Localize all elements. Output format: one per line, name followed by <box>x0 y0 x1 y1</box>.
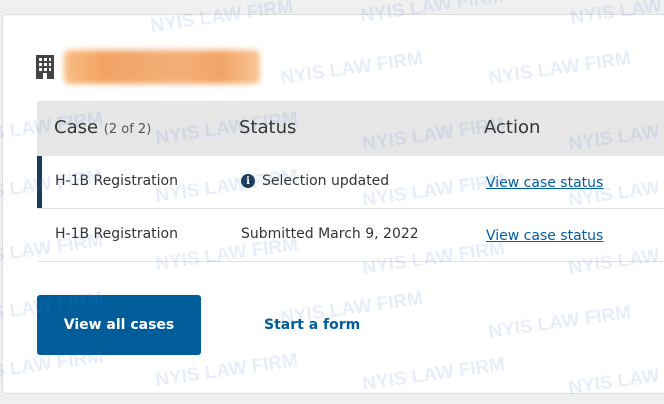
table-header: Case (2 of 2) Status Action <box>37 101 664 156</box>
redacted-organization-name <box>64 50 260 84</box>
view-case-status-link[interactable]: View case status <box>486 175 603 191</box>
info-icon: i <box>241 174 255 188</box>
start-a-form-link[interactable]: Start a form <box>264 317 360 333</box>
building-icon <box>36 55 54 79</box>
table-row: H-1B Registration Submitted March 9, 202… <box>37 209 664 262</box>
column-header-action: Action <box>484 117 541 138</box>
column-header-case: Case (2 of 2) <box>54 117 151 138</box>
view-all-cases-button[interactable]: View all cases <box>37 295 201 355</box>
case-status-text: Submitted March 9, 2022 <box>241 226 419 242</box>
column-header-case-label: Case <box>54 117 99 138</box>
view-case-status-link[interactable]: View case status <box>486 228 603 244</box>
cases-table: Case (2 of 2) Status Action H-1B Registr… <box>37 101 664 262</box>
case-type: H-1B Registration <box>55 226 178 242</box>
case-count: (2 of 2) <box>103 122 152 137</box>
case-status-text: Selection updated <box>262 173 390 189</box>
case-type: H-1B Registration <box>55 173 178 189</box>
table-row: H-1B Registration i Selection updated Vi… <box>37 156 664 209</box>
column-header-status: Status <box>239 117 297 138</box>
case-status: i Selection updated <box>241 173 389 189</box>
organization-header <box>36 50 260 84</box>
